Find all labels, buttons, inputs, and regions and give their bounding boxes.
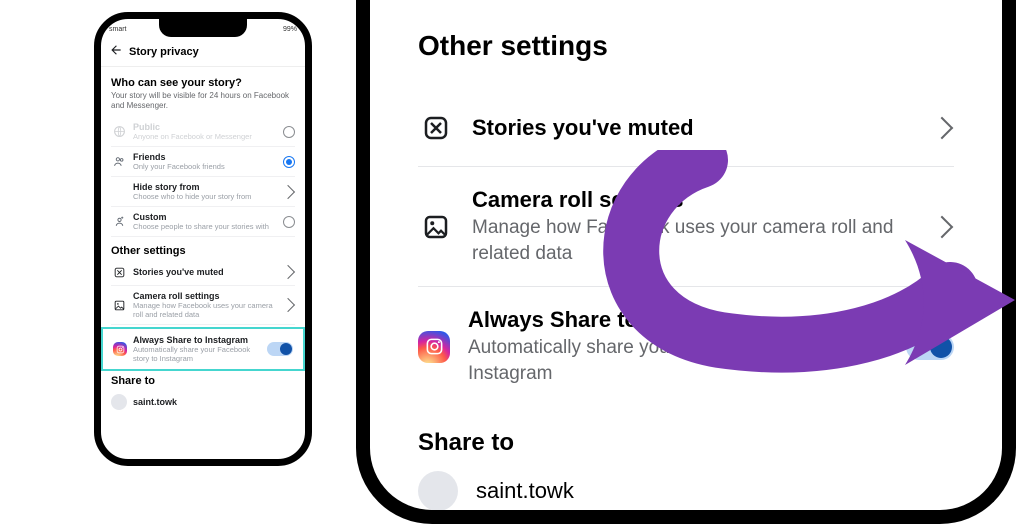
who-can-see-subtitle: Your story will be visible for 24 hours … <box>111 91 295 111</box>
radio-custom[interactable] <box>283 216 295 228</box>
chevron-right-icon <box>281 298 295 312</box>
option-custom[interactable]: Custom Choose people to share your stori… <box>111 207 295 237</box>
row-muted[interactable]: Stories you've muted <box>111 259 295 286</box>
option-friends-desc: Only your Facebook friends <box>133 162 277 171</box>
zoom-row-muted[interactable]: Stories you've muted <box>418 90 954 167</box>
option-friends[interactable]: Friends Only your Facebook friends <box>111 147 295 177</box>
chevron-right-icon <box>931 117 954 140</box>
zoom-camera-title: Camera roll settings <box>472 187 916 213</box>
custom-icon <box>111 214 127 230</box>
option-public[interactable]: Public Anyone on Facebook or Messenger <box>111 117 295 147</box>
row-camera-title: Camera roll settings <box>133 291 277 301</box>
chevron-right-icon <box>281 265 295 279</box>
globe-icon <box>111 124 127 140</box>
row-camera-roll[interactable]: Camera roll settings Manage how Facebook… <box>111 286 295 325</box>
phone-notch <box>159 19 247 37</box>
zoom-other-settings-heading: Other settings <box>418 30 954 62</box>
muted-icon <box>418 110 454 146</box>
option-public-title: Public <box>133 122 277 132</box>
avatar <box>418 471 458 511</box>
avatar <box>111 394 127 410</box>
hide-icon <box>111 184 127 200</box>
zoom-row-share-instagram[interactable]: Always Share to Instagram Automatically … <box>418 287 954 406</box>
zoom-share-user-name: saint.towk <box>476 478 954 504</box>
highlight-box: Always Share to Instagram Automatically … <box>101 327 305 371</box>
radio-friends[interactable] <box>283 156 295 168</box>
back-icon[interactable] <box>109 43 123 60</box>
option-hide-desc: Choose who to hide your story from <box>133 192 277 201</box>
row-ig-desc: Automatically share your Facebook story … <box>133 345 261 363</box>
radio-public[interactable] <box>283 126 295 138</box>
top-bar: Story privacy <box>101 39 305 67</box>
chevron-right-icon <box>931 215 954 238</box>
phone-mockup: smart 99% Story privacy Who can see your… <box>94 12 312 466</box>
zoom-panel: Other settings Stories you've muted Came… <box>356 0 1016 524</box>
option-hide-from[interactable]: Hide story from Choose who to hide your … <box>111 177 295 207</box>
instagram-icon <box>418 331 450 363</box>
option-public-desc: Anyone on Facebook or Messenger <box>133 132 277 141</box>
row-muted-title: Stories you've muted <box>133 267 277 277</box>
instagram-icon <box>113 342 127 356</box>
friends-icon <box>111 154 127 170</box>
zoom-toggle-share-instagram[interactable] <box>906 334 954 360</box>
option-hide-title: Hide story from <box>133 182 277 192</box>
who-can-see-heading: Who can see your story? <box>111 77 295 89</box>
zoom-row-share-user[interactable]: saint.towk <box>418 467 954 524</box>
muted-icon <box>111 264 127 280</box>
option-custom-title: Custom <box>133 212 277 222</box>
zoom-ig-desc: Automatically share your Facebook story … <box>468 335 888 386</box>
option-friends-title: Friends <box>133 152 277 162</box>
option-custom-desc: Choose people to share your stories with <box>133 222 277 231</box>
page-title: Story privacy <box>129 46 199 58</box>
chevron-right-icon <box>281 184 295 198</box>
row-camera-desc: Manage how Facebook uses your camera rol… <box>133 301 277 319</box>
other-settings-heading: Other settings <box>111 245 295 257</box>
row-share-instagram[interactable]: Always Share to Instagram Automatically … <box>113 333 293 365</box>
zoom-share-to-heading: Share to <box>418 429 954 457</box>
camera-roll-icon <box>418 209 454 245</box>
zoom-row-camera-roll[interactable]: Camera roll settings Manage how Facebook… <box>418 167 954 287</box>
row-ig-title: Always Share to Instagram <box>133 335 261 345</box>
carrier-label: smart <box>109 26 127 33</box>
zoom-ig-title: Always Share to Instagram <box>468 307 888 333</box>
battery-label: 99% <box>283 26 297 33</box>
zoom-camera-desc: Manage how Facebook uses your camera rol… <box>472 215 916 266</box>
zoom-muted-title: Stories you've muted <box>472 115 916 141</box>
share-to-heading: Share to <box>111 375 295 387</box>
toggle-share-instagram[interactable] <box>267 342 293 356</box>
share-user-name: saint.towk <box>133 397 295 407</box>
row-share-user[interactable]: saint.towk <box>111 389 295 415</box>
camera-roll-icon <box>111 297 127 313</box>
